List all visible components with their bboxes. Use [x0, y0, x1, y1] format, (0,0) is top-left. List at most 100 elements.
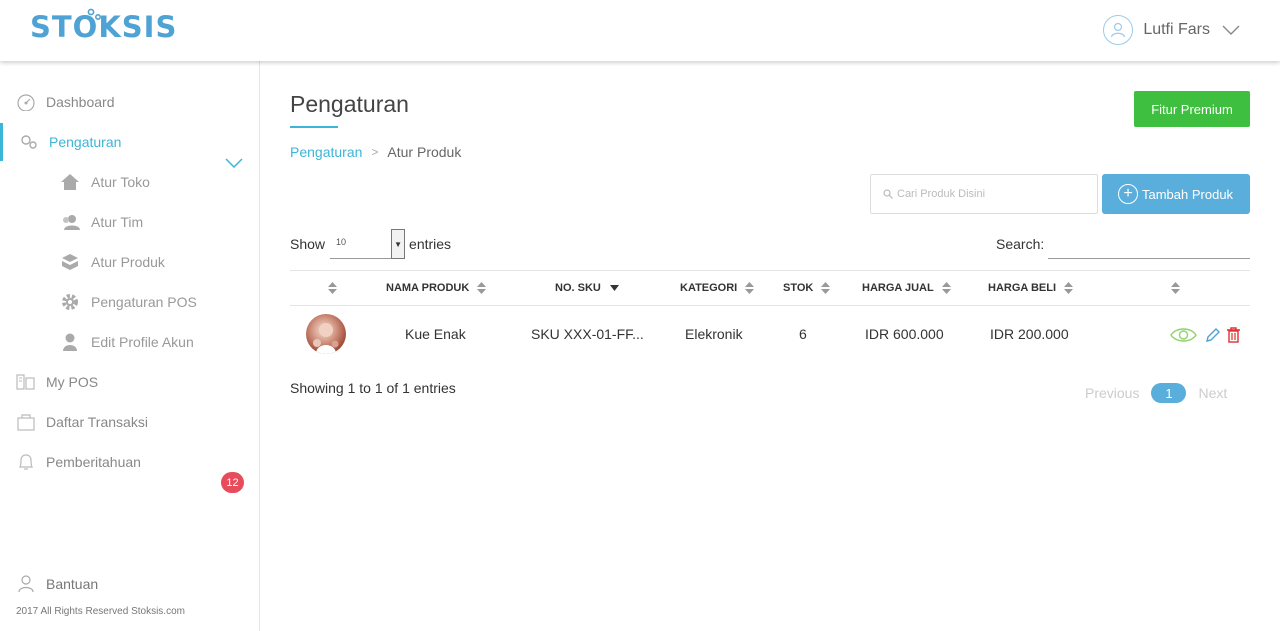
sort-icon	[477, 282, 487, 294]
table-top-border	[290, 270, 1250, 271]
breadcrumb: Pengaturan > Atur Produk	[290, 144, 461, 160]
sidebar-item-label: My POS	[46, 374, 99, 390]
title-underline	[290, 126, 338, 128]
gear-icon	[60, 292, 80, 312]
subitem-label: Atur Produk	[91, 254, 165, 270]
table-header-border	[290, 305, 1250, 306]
product-search-box[interactable]	[870, 174, 1098, 214]
person-icon	[60, 332, 80, 352]
cell-sku: SKU XXX-01-FF...	[531, 326, 644, 342]
sidebar-subitem-atur-tim[interactable]: Atur Tim	[60, 210, 143, 234]
entries-length-control: Show 10 ▼ entries	[290, 229, 451, 259]
add-product-button[interactable]: + Tambah Produk	[1102, 174, 1250, 214]
sidebar-item-bantuan[interactable]: Bantuan	[0, 572, 98, 596]
select-arrow-icon[interactable]: ▼	[391, 229, 406, 259]
cell-buy-price: IDR 200.000	[990, 326, 1069, 342]
product-photo-icon	[313, 323, 339, 354]
chevron-down-icon[interactable]	[225, 158, 243, 168]
breadcrumb-separator: >	[371, 145, 379, 159]
sort-icon	[745, 282, 755, 294]
table-info: Showing 1 to 1 of 1 entries	[290, 380, 456, 396]
logo-dots-icon	[87, 8, 102, 21]
column-header-kategori[interactable]: KATEGORI	[680, 280, 755, 296]
help-label: Bantuan	[46, 576, 99, 592]
subitem-label: Atur Tim	[91, 214, 144, 230]
column-header-harga-beli[interactable]: HARGA BELI	[988, 280, 1074, 296]
sidebar-item-my-pos[interactable]: My POS	[0, 370, 98, 394]
subitem-label: Edit Profile Akun	[91, 334, 194, 350]
column-header-actions[interactable]	[1171, 280, 1180, 296]
sidebar-item-label: Daftar Transaksi	[46, 414, 148, 430]
sidebar-item-pemberitahuan[interactable]: Pemberitahuan	[0, 450, 141, 474]
sort-icon	[821, 282, 831, 294]
product-search-input[interactable]	[897, 188, 1087, 200]
view-eye-icon[interactable]	[1170, 326, 1197, 344]
gears-icon	[19, 132, 39, 152]
sidebar-item-dashboard[interactable]: Dashboard	[0, 90, 115, 114]
column-header-nama-produk[interactable]: NAMA PRODUK	[386, 280, 487, 296]
user-menu[interactable]: Lutfi Fars	[1103, 14, 1240, 46]
sort-icon	[328, 282, 337, 294]
pagination-previous[interactable]: Previous	[1085, 385, 1139, 401]
search-icon	[883, 189, 893, 199]
sidebar-subitem-atur-produk[interactable]: Atur Produk	[60, 250, 165, 274]
column-header-harga-jual[interactable]: HARGA JUAL	[862, 280, 951, 296]
sidebar-subitem-pengaturan-pos[interactable]: Pengaturan POS	[60, 290, 197, 314]
sort-desc-icon	[609, 282, 619, 294]
column-header-label: HARGA JUAL	[862, 282, 934, 294]
cell-category: Elekronik	[685, 326, 743, 342]
plus-circle-icon: +	[1118, 184, 1138, 204]
entries-select[interactable]: 10 ▼	[330, 229, 406, 259]
chevron-down-icon[interactable]	[1222, 25, 1240, 35]
sidebar-item-label: Pemberitahuan	[46, 454, 141, 470]
user-circle-icon	[1103, 15, 1134, 45]
sort-icon	[1171, 282, 1180, 294]
entries-select-value: 10	[336, 237, 347, 247]
sidebar-item-pengaturan[interactable]: Pengaturan	[0, 130, 121, 154]
column-header-label: KATEGORI	[680, 282, 738, 294]
home-icon	[60, 172, 80, 192]
cell-stock: 6	[799, 326, 807, 342]
sort-icon	[1064, 282, 1074, 294]
column-header-image[interactable]	[328, 280, 337, 296]
help-person-icon	[16, 574, 36, 594]
subitem-label: Atur Toko	[91, 174, 150, 190]
column-header-label: NO. SKU	[555, 282, 601, 294]
premium-feature-button[interactable]: Fitur Premium	[1134, 91, 1250, 127]
edit-pencil-icon[interactable]	[1205, 327, 1220, 343]
breadcrumb-parent-link[interactable]: Pengaturan	[290, 144, 362, 160]
sort-icon	[941, 282, 951, 294]
column-header-label: NAMA PRODUK	[386, 282, 470, 294]
pagination-next[interactable]: Next	[1198, 385, 1227, 401]
sidebar-item-daftar-transaksi[interactable]: Daftar Transaksi	[0, 410, 148, 434]
sidebar-subitem-atur-toko[interactable]: Atur Toko	[60, 170, 150, 194]
bag-icon	[16, 412, 36, 432]
gauge-icon	[16, 92, 36, 112]
table-search-input[interactable]	[1048, 228, 1250, 259]
table-search-label: Search:	[996, 236, 1045, 252]
column-header-no-sku[interactable]: NO. SKU	[555, 280, 619, 296]
delete-trash-icon[interactable]	[1227, 327, 1240, 343]
entries-label: entries	[409, 236, 452, 252]
breadcrumb-current: Atur Produk	[387, 144, 462, 160]
cell-sell-price: IDR 600.000	[865, 326, 944, 342]
sidebar-item-label: Dashboard	[46, 94, 115, 110]
box-icon	[60, 252, 80, 272]
top-header: STOKSIS Lutfi Fars	[0, 0, 1280, 61]
column-header-label: HARGA BELI	[988, 282, 1057, 294]
row-actions	[1170, 326, 1240, 344]
bell-icon	[16, 452, 36, 472]
column-header-label: STOK	[783, 282, 814, 294]
subitem-label: Pengaturan POS	[91, 294, 197, 310]
cell-product-name: Kue Enak	[405, 326, 466, 342]
user-name: Lutfi Fars	[1143, 21, 1210, 38]
add-product-label: Tambah Produk	[1142, 186, 1234, 202]
pos-icon	[16, 372, 36, 392]
show-label: Show	[290, 236, 326, 252]
column-header-stok[interactable]: STOK	[783, 280, 831, 296]
pagination-page-current[interactable]: 1	[1151, 383, 1187, 403]
notification-badge: 12	[221, 472, 244, 493]
sidebar-subitem-edit-profile[interactable]: Edit Profile Akun	[60, 330, 194, 354]
copyright-text: 2017 All Rights Reserved Stoksis.com	[16, 606, 185, 617]
sidebar-item-label: Pengaturan	[49, 134, 122, 150]
